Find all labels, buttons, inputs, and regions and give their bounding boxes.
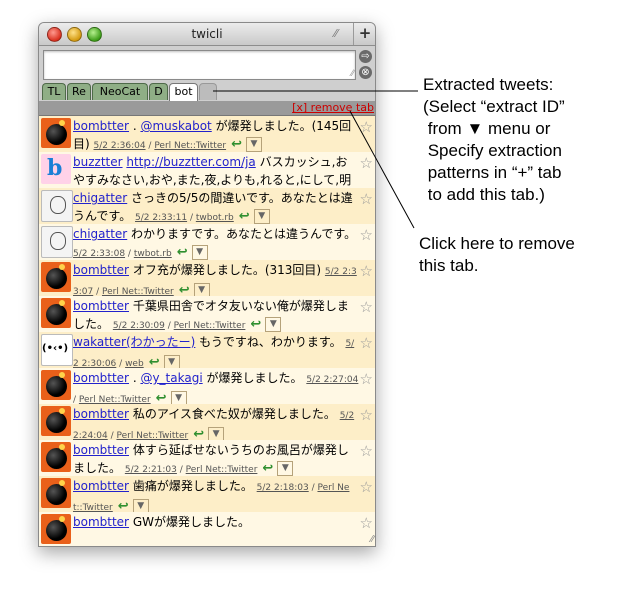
remove-annotation: Click here to remove this tab. <box>419 234 575 275</box>
extracted-annotation: Extracted tweets: (Select “extract ID” f… <box>423 75 565 204</box>
remove-callout-line <box>349 110 415 229</box>
